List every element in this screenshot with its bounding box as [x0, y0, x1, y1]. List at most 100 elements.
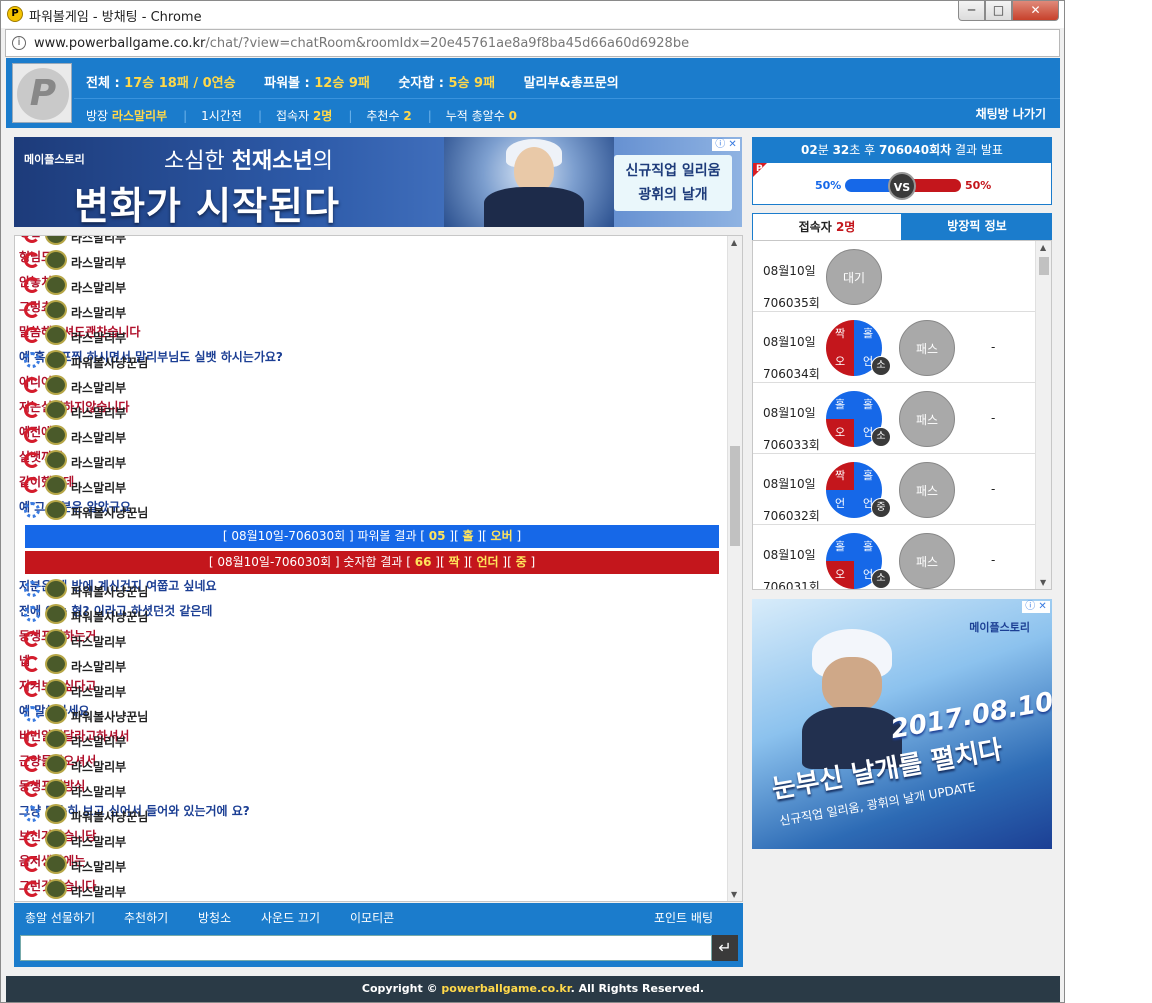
- chat-username[interactable]: 라스말리부: [71, 379, 126, 396]
- rank-badge-icon: [45, 654, 67, 674]
- chat-message-list: 라스말리부형님 도라스말리부형님도라스말리부안놓치고라스말리부그렁쵸라스말리부말…: [15, 236, 729, 901]
- chat-username[interactable]: 라스말리부: [71, 858, 126, 875]
- scroll-thumb[interactable]: [1039, 257, 1049, 275]
- chat-username[interactable]: 라스말리부: [71, 254, 126, 271]
- exit-room-button[interactable]: 채팅방 나가기: [976, 105, 1046, 122]
- chat-username[interactable]: 파워볼사냥꾼님: [71, 608, 148, 625]
- chat-message: 라스말리부 실뱃까지: [15, 448, 729, 473]
- ad-close-icon[interactable]: ⓘ ✕: [1022, 601, 1050, 613]
- sum-label: 숫자합 :: [398, 76, 449, 91]
- chat-username[interactable]: 라스말리부: [71, 833, 126, 850]
- scroll-down-icon[interactable]: ▼: [1040, 578, 1046, 587]
- maximize-button[interactable]: □: [985, 1, 1012, 21]
- site-info-icon[interactable]: i: [12, 36, 26, 50]
- side-banner-ad[interactable]: 메이플스토리 2017.08.10 눈부신 날개를 펼치다 신규직업 일리움, …: [752, 599, 1052, 849]
- chat-message: 라스말리부 형님도: [15, 248, 729, 273]
- blue-level-icon: [24, 352, 40, 368]
- sum-record: 5승 9패: [448, 76, 496, 91]
- chat-username[interactable]: 파워볼사냥꾼님: [71, 708, 148, 725]
- scroll-thumb[interactable]: [730, 446, 740, 546]
- rank-badge-icon: [45, 350, 67, 370]
- powerball-record: 12승 9패: [314, 76, 370, 91]
- chat-username[interactable]: 라스말리부: [71, 733, 126, 750]
- chat-message: 파워볼사냥꾼님예 말씀하세요: [15, 702, 729, 727]
- chat-username[interactable]: 라스말리부: [71, 783, 126, 800]
- recommend-count: 2: [403, 109, 412, 123]
- room-info: 방장 라스말리부 | 1시간전 | 접속자 2명 | 추천수 2 | 누적 총알수 0: [86, 109, 517, 123]
- clean-room-button[interactable]: 방청소: [198, 909, 231, 926]
- gift-bullet-button[interactable]: 총알 선물하기: [25, 909, 95, 926]
- sound-off-button[interactable]: 사운드 끄기: [261, 909, 320, 926]
- size-badge: 소: [871, 356, 891, 376]
- rank-badge-icon: [45, 604, 67, 624]
- chat-message: 라스말리부 아니여: [15, 373, 729, 398]
- chat-username[interactable]: 라스말리부: [71, 683, 126, 700]
- recommend-button[interactable]: 추천하기: [124, 909, 168, 926]
- chat-username[interactable]: 파워볼사냥꾼님: [71, 583, 148, 600]
- chat-username[interactable]: 파워볼사냥꾼님: [71, 808, 148, 825]
- rank-badge-icon: [45, 325, 67, 345]
- chat-username[interactable]: 라스말리부: [71, 633, 126, 650]
- red-level-icon: [24, 631, 40, 647]
- chat-username[interactable]: 라스말리부: [71, 454, 126, 471]
- chat-username[interactable]: 라스말리부: [71, 236, 126, 246]
- address-bar[interactable]: i www.powerballgame.co.kr/chat/?view=cha…: [5, 29, 1060, 57]
- scroll-up-icon[interactable]: ▲: [1040, 243, 1046, 252]
- round-waiting-badge: 대기: [826, 249, 882, 305]
- footer: Copyright © powerballgame.co.kr. All Rig…: [6, 976, 1060, 1002]
- tab-users[interactable]: 접속자 2명: [752, 213, 902, 240]
- chat-username[interactable]: 라스말리부: [71, 429, 126, 446]
- url-text[interactable]: www.powerballgame.co.kr/chat/?view=chatR…: [34, 36, 689, 51]
- size-badge: 중: [871, 498, 891, 518]
- room-owner-name[interactable]: 라스말리부: [112, 109, 167, 123]
- chat-username[interactable]: 라스말리부: [71, 279, 126, 296]
- powerball-app-icon: P: [7, 6, 23, 22]
- room-owner-avatar: P: [12, 63, 72, 123]
- tab-owner-picks[interactable]: 방장픽 정보: [902, 213, 1052, 240]
- scroll-down-icon[interactable]: ▼: [731, 890, 737, 899]
- ad-logo: 메이플스토리: [969, 621, 1030, 634]
- owner-contact-link[interactable]: 말리부&총프문의: [524, 76, 619, 91]
- footer-site-link[interactable]: powerballgame.co.kr: [441, 982, 570, 995]
- minimize-button[interactable]: ─: [958, 1, 985, 21]
- rank-badge-icon: [45, 236, 67, 245]
- result-quadrant: 홀: [826, 533, 854, 561]
- chat-username[interactable]: 파워볼사냥꾼님: [71, 504, 148, 521]
- send-enter-icon[interactable]: ↵: [712, 935, 738, 961]
- chat-log[interactable]: 라스말리부형님 도라스말리부형님도라스말리부안놓치고라스말리부그렁쵸라스말리부말…: [14, 235, 743, 902]
- chat-message: 라스말리부 비번알려달라고하셔서: [15, 727, 729, 752]
- round-pick-list[interactable]: 08월10일 706035회 대기 08월10일 706034회 짝 홀 오 언 소 패스 -08월1…: [752, 240, 1052, 590]
- chat-username[interactable]: 라스말리부: [71, 304, 126, 321]
- left-percent: 50%: [815, 179, 842, 192]
- close-button[interactable]: ✕: [1012, 1, 1059, 21]
- top-banner-ad[interactable]: 메이플스토리 소심한 천재소년의 변화가 시작된다 신규직업 일리움 광휘의 날개…: [14, 137, 742, 227]
- ad-close-icon[interactable]: ⓘ ✕: [712, 139, 740, 151]
- result-quadrant: 오: [826, 348, 854, 376]
- result-quadrant: 짝: [826, 320, 854, 348]
- url-path: /chat/?view=chatRoom&roomIdx=20e45761ae8…: [205, 36, 690, 51]
- sum-result-notice: [ 08월10일-706030회 ] 숫자합 결과 [ 66 ][ 짝 ][ 언…: [25, 551, 719, 574]
- total-label: 전체 :: [86, 76, 125, 91]
- chat-username[interactable]: 라스말리부: [71, 479, 126, 496]
- chat-scrollbar[interactable]: ▲ ▼: [727, 236, 742, 901]
- record-summary: 전체 : 17승 18패 / 0연승 파워볼 : 12승 9패 숫자합 : 5승…: [86, 72, 619, 91]
- emoticon-button[interactable]: 이모티콘: [350, 909, 394, 926]
- chat-username[interactable]: 라스말리부: [71, 758, 126, 775]
- point-bet-button[interactable]: 포인트 배팅: [654, 909, 713, 926]
- right-percent: 50%: [965, 179, 992, 192]
- chat-username[interactable]: 파워볼사냥꾼님: [71, 354, 148, 371]
- chat-username[interactable]: 라스말리부: [71, 329, 126, 346]
- powerball-logo-icon: P: [17, 68, 69, 120]
- chat-message: 파워볼사냥꾼님 저분은 왜 방에 계신건지 여쭙고 싶네요: [15, 577, 729, 602]
- chat-username[interactable]: 라스말리부: [71, 883, 126, 900]
- rounds-scrollbar[interactable]: ▲ ▼: [1035, 241, 1051, 589]
- scroll-up-icon[interactable]: ▲: [731, 238, 737, 247]
- red-level-icon: [24, 656, 40, 672]
- bullet-label: 누적 총알수: [445, 109, 505, 123]
- owner-pick-badge: 패스: [899, 320, 955, 376]
- chat-username[interactable]: 라스말리부: [71, 404, 126, 421]
- red-level-icon: [24, 377, 40, 393]
- rank-badge-icon: [45, 629, 67, 649]
- chat-username[interactable]: 라스말리부: [71, 658, 126, 675]
- chat-input[interactable]: [20, 935, 712, 961]
